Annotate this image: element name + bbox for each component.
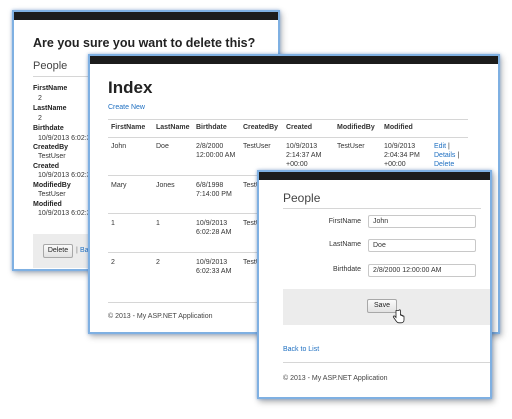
create-new-link[interactable]: Create New xyxy=(108,104,145,111)
edit-link[interactable]: Edit xyxy=(434,143,446,150)
field-value-modifiedby: TestUser xyxy=(38,191,66,198)
action-separator: | xyxy=(76,247,78,254)
cell-lastname: Doe xyxy=(156,143,169,150)
birthdate-input[interactable]: 2/8/2000 12:00:00 AM xyxy=(368,264,476,277)
col-header-created: Created xyxy=(286,124,313,131)
firstname-input[interactable]: John xyxy=(368,215,476,228)
delete-entity-heading: People xyxy=(33,60,68,72)
footer-text: © 2013 - My ASP.NET Application xyxy=(283,375,388,382)
col-header-createdby: CreatedBy xyxy=(243,124,279,131)
cell-firstname: John xyxy=(111,143,127,150)
cell-lastname: Jones xyxy=(156,182,175,189)
field-label-created: Created xyxy=(33,163,60,170)
field-label-modifiedby: ModifiedBy xyxy=(33,182,71,189)
hand-cursor-icon xyxy=(392,309,405,324)
field-label-firstname: FirstName xyxy=(328,218,361,225)
col-header-lastname: LastName xyxy=(156,124,190,131)
field-label-birthdate: Birthdate xyxy=(332,266,361,273)
lastname-input[interactable]: Doe xyxy=(368,239,476,252)
action-separator: | xyxy=(457,152,460,159)
col-header-modified: Modified xyxy=(384,124,413,131)
cell-firstname: 2 xyxy=(111,259,115,266)
field-label-lastname: LastName xyxy=(33,105,67,112)
cell-createdby: TestUser xyxy=(243,143,271,150)
cell-modified: 10/9/2013 2:04:34 PM +00:00 xyxy=(384,143,420,168)
field-value-lastname: 2 xyxy=(38,115,42,122)
field-label-lastname: LastName xyxy=(329,241,361,248)
window-top-bar xyxy=(259,172,490,180)
cell-lastname: 1 xyxy=(156,220,160,227)
cell-birthdate: 2/8/2000 12:00:00 AM xyxy=(196,143,236,159)
field-value-createdby: TestUser xyxy=(38,153,66,160)
details-link[interactable]: Details xyxy=(434,152,455,159)
field-label-birthdate: Birthdate xyxy=(33,125,64,132)
footer-text: © 2013 - My ASP.NET Application xyxy=(108,313,213,320)
col-header-firstname: FirstName xyxy=(111,124,146,131)
edit-window: People FirstName John LastName Doe Birth… xyxy=(257,170,492,399)
cell-birthdate: 10/9/2013 6:02:28 AM xyxy=(196,220,232,236)
page-title: Index xyxy=(108,78,153,97)
cell-firstname: Mary xyxy=(111,182,127,189)
window-top-bar xyxy=(14,12,278,20)
col-header-birthdate: Birthdate xyxy=(196,124,227,131)
delete-link[interactable]: Delete xyxy=(434,161,454,168)
delete-title: Are you sure you want to delete this? xyxy=(33,36,256,50)
field-value-firstname: 2 xyxy=(38,95,42,102)
cell-created: 10/9/2013 2:14:37 AM +00:00 xyxy=(286,143,322,168)
field-label-createdby: CreatedBy xyxy=(33,144,69,151)
cell-lastname: 2 xyxy=(156,259,160,266)
cell-modifiedby: TestUser xyxy=(337,143,365,150)
cell-birthdate: 10/9/2013 6:02:33 AM xyxy=(196,259,232,275)
field-label-modified: Modified xyxy=(33,201,62,208)
divider xyxy=(283,208,481,209)
delete-button[interactable]: Delete xyxy=(43,244,73,258)
col-header-modifiedby: ModifiedBy xyxy=(337,124,375,131)
action-separator: | xyxy=(448,143,450,150)
footer-divider xyxy=(283,362,490,363)
cell-birthdate: 6/8/1998 7:14:00 PM xyxy=(196,182,232,198)
window-top-bar xyxy=(90,56,498,64)
back-to-list-link[interactable]: Back to List xyxy=(283,346,319,353)
edit-entity-heading: People xyxy=(283,191,321,205)
cell-firstname: 1 xyxy=(111,220,115,227)
field-label-firstname: FirstName xyxy=(33,85,68,92)
header-divider xyxy=(108,137,468,138)
row-actions: Edit | Details | Delete xyxy=(434,142,459,169)
table-top-border xyxy=(108,119,468,120)
